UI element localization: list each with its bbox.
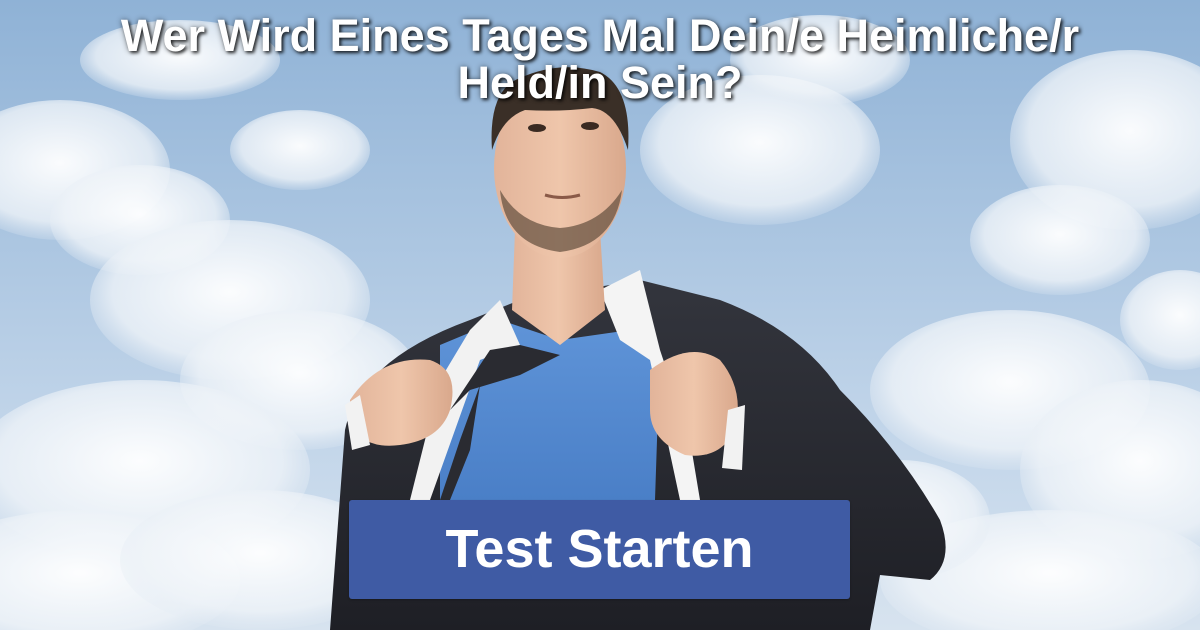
- hero-banner: Wer Wird Eines Tages Mal Dein/e Heimlich…: [0, 0, 1200, 630]
- headline: Wer Wird Eines Tages Mal Dein/e Heimlich…: [30, 12, 1170, 106]
- headline-line-1: Wer Wird Eines Tages Mal Dein/e Heimlich…: [120, 10, 1080, 61]
- headline-line-2: Held/in Sein?: [457, 57, 743, 108]
- start-test-button[interactable]: Test Starten: [349, 500, 850, 599]
